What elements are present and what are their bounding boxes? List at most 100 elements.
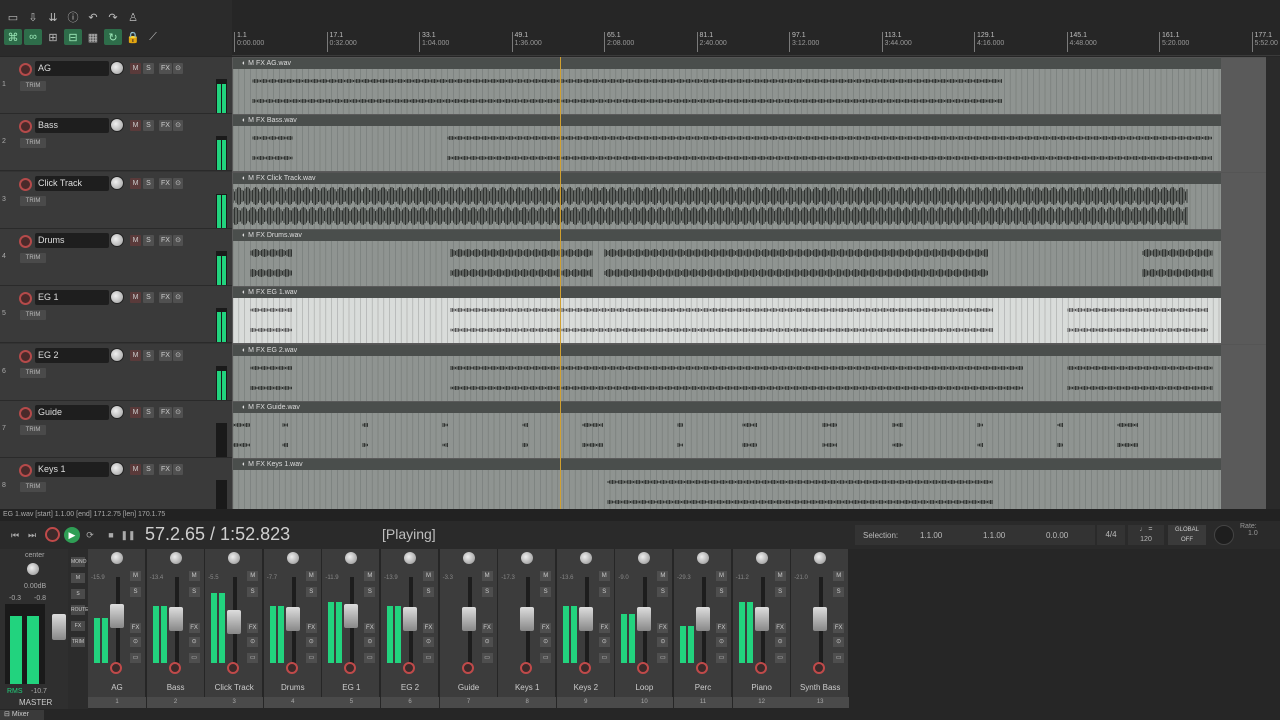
snap-icon[interactable]: ⊟ <box>64 29 82 45</box>
track-name[interactable]: Drums <box>35 232 109 248</box>
mixer-fader[interactable] <box>110 604 124 628</box>
mixer-io-button[interactable]: ⊙ <box>247 637 259 647</box>
track-name[interactable]: EG 2 <box>35 347 109 363</box>
info-icon[interactable]: ⓘ <box>64 9 82 25</box>
mixer-mute-button[interactable]: M <box>540 571 552 581</box>
trim-button[interactable]: TRIM <box>20 195 46 206</box>
mixer-solo-button[interactable]: S <box>774 587 786 597</box>
mixer-solo-button[interactable]: S <box>716 587 727 597</box>
media-item[interactable]: ◐ M FX EG 1.wav <box>233 287 1221 344</box>
mixer-env-button[interactable]: ▭ <box>540 653 552 663</box>
time-signature[interactable]: 4/4 <box>1097 525 1125 545</box>
record-arm-button[interactable] <box>19 63 32 76</box>
mixer-pan-knob[interactable] <box>638 552 651 564</box>
grid-icon[interactable]: ⊞ <box>44 29 62 45</box>
arrange-view[interactable]: ◐ M FX AG.wav ◐ M FX Bass.wav ◐ M FX Click… <box>232 57 1272 509</box>
media-item[interactable]: ◐ M FX Guide.wav <box>233 401 1221 458</box>
track-lane[interactable]: ◐ M FX Keys 1.wav <box>232 459 1272 509</box>
mixer-pan-knob[interactable] <box>697 552 709 564</box>
mixer-fx-button[interactable]: FX <box>774 623 786 633</box>
mixer-mute-button[interactable]: M <box>716 571 727 581</box>
track-lane[interactable]: ◐ M FX EG 2.wav <box>232 344 1272 402</box>
mixer-fx-button[interactable]: FX <box>364 623 376 633</box>
mixer-record-arm-button[interactable] <box>578 662 591 674</box>
volume-knob[interactable] <box>110 118 124 133</box>
fx-button[interactable]: FX <box>159 120 172 132</box>
solo-button[interactable]: S <box>143 234 154 246</box>
mixer-fx-button[interactable]: FX <box>130 623 141 633</box>
mixer-env-button[interactable]: ▭ <box>423 653 434 663</box>
new-icon[interactable]: ▭ <box>4 9 22 25</box>
track-header[interactable]: 6 EG 2 M S FX ⊙ TRIM <box>0 343 232 401</box>
selection-display[interactable]: Selection: 1.1.00 1.1.00 0.0.00 <box>855 525 1095 545</box>
mixer-solo-button[interactable]: S <box>130 587 141 597</box>
volume-knob[interactable] <box>110 175 124 190</box>
mixer-fx-button[interactable]: FX <box>716 623 727 633</box>
io-button[interactable]: ⊙ <box>173 406 183 418</box>
mixer-pan-knob[interactable] <box>462 552 475 564</box>
fx-button[interactable]: FX <box>159 406 172 418</box>
mixer-solo-button[interactable]: S <box>364 587 376 597</box>
mute-button[interactable]: M <box>130 406 141 418</box>
repeat-icon[interactable]: ⟳ <box>83 528 97 542</box>
track-name[interactable]: Click Track <box>35 175 109 191</box>
rate-knob[interactable] <box>1214 525 1234 545</box>
record-button[interactable] <box>45 527 60 542</box>
volume-knob[interactable] <box>110 232 124 247</box>
mixer-solo-button[interactable]: S <box>540 587 552 597</box>
solo-button[interactable]: S <box>143 406 154 418</box>
mixer-mute-button[interactable]: M <box>657 571 669 581</box>
track-header[interactable]: 5 EG 1 M S FX ⊙ TRIM <box>0 286 232 344</box>
mixer-io-button[interactable]: ⊙ <box>716 637 727 647</box>
master-m-button[interactable]: M <box>71 573 85 583</box>
track-name[interactable]: Guide <box>35 404 109 420</box>
io-button[interactable]: ⊙ <box>173 292 183 304</box>
track-lane[interactable]: ◐ M FX Guide.wav <box>232 401 1272 459</box>
track-lane[interactable]: ◐ M FX Drums.wav <box>232 229 1272 287</box>
trim-button[interactable]: TRIM <box>20 81 46 91</box>
track-lane[interactable]: ◐ M FX Click Track.wav <box>232 172 1272 230</box>
go-to-start-icon[interactable]: ⏮ <box>8 528 22 542</box>
mixer-pan-knob[interactable] <box>111 552 123 564</box>
mixer-pan-knob[interactable] <box>521 552 534 564</box>
fx-button[interactable]: FX <box>159 63 172 74</box>
io-button[interactable]: ⊙ <box>173 234 183 246</box>
fx-button[interactable]: FX <box>159 349 172 361</box>
trim-button[interactable]: TRIM <box>20 310 46 321</box>
mixer-pan-knob[interactable] <box>345 552 358 564</box>
track-header[interactable]: 8 Keys 1 M S FX ⊙ TRIM <box>0 458 232 509</box>
envelope-icon[interactable]: ⟋ <box>144 29 162 45</box>
track-name[interactable]: Bass <box>35 118 109 134</box>
mixer-io-button[interactable]: ⊙ <box>540 637 552 647</box>
master-s-button[interactable]: S <box>71 589 85 599</box>
redo-icon[interactable]: ↷ <box>104 9 122 25</box>
master-route-button[interactable]: ROUTE <box>71 605 89 615</box>
mixer-mute-button[interactable]: M <box>305 571 317 581</box>
tempo-display[interactable]: ♩ = 120 <box>1128 525 1164 545</box>
mixer-pan-knob[interactable] <box>755 552 768 564</box>
master-pan-knob[interactable] <box>27 563 39 575</box>
mixer-io-button[interactable]: ⊙ <box>481 637 493 647</box>
mixer-record-arm-button[interactable] <box>168 662 181 674</box>
media-item[interactable]: ◐ M FX AG.wav <box>233 58 1221 114</box>
mute-button[interactable]: M <box>130 120 141 132</box>
volume-knob[interactable] <box>110 290 124 305</box>
media-item[interactable]: ◐ M FX Drums.wav <box>233 229 1221 286</box>
mixer-fader[interactable] <box>578 607 593 631</box>
mixer-fader[interactable] <box>461 607 476 631</box>
stop-button[interactable]: ■ <box>104 528 118 542</box>
mixer-pan-knob[interactable] <box>228 552 241 564</box>
mixer-env-button[interactable]: ▭ <box>774 653 786 663</box>
io-button[interactable]: ⊙ <box>173 63 183 74</box>
loop-icon[interactable]: ↻ <box>104 29 122 45</box>
mute-button[interactable]: M <box>130 292 141 304</box>
mixer-io-button[interactable]: ⊙ <box>130 637 141 647</box>
mixer-env-button[interactable]: ▭ <box>305 653 317 663</box>
record-arm-button[interactable] <box>19 177 32 191</box>
mixer-fx-button[interactable]: FX <box>188 623 200 633</box>
mixer-mute-button[interactable]: M <box>130 571 141 581</box>
io-button[interactable]: ⊙ <box>173 349 183 361</box>
mute-button[interactable]: M <box>130 234 141 246</box>
record-arm-button[interactable] <box>19 464 32 478</box>
solo-button[interactable]: S <box>143 177 154 189</box>
